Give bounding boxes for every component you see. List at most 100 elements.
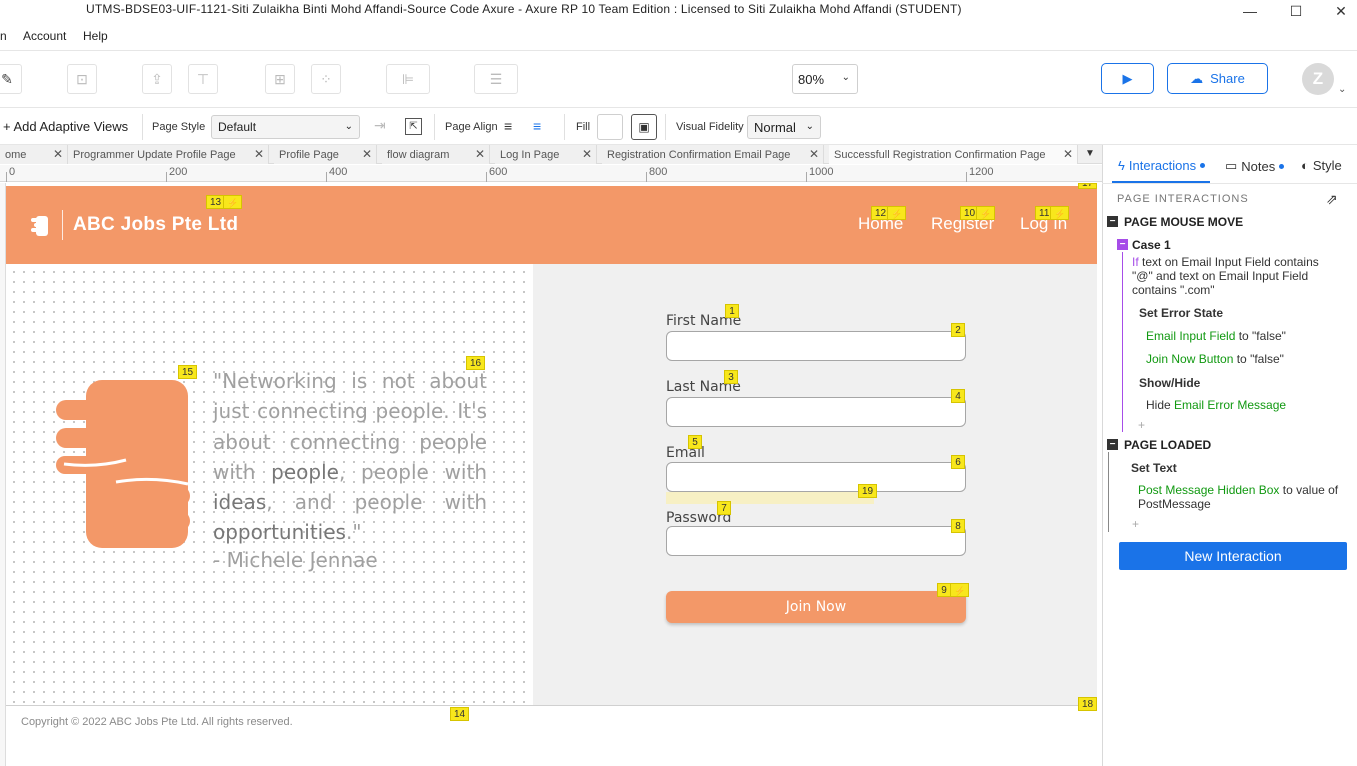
page-style-label: Page Style [152,121,206,133]
align-left-icon[interactable]: ⊫ [386,64,430,94]
tab-label: Style [1312,158,1342,173]
tab-registration-confirmation-email[interactable]: Registration Confirmation Email Page ✕ [602,145,824,164]
pen-tool-icon[interactable]: ✎ [0,64,22,94]
tab-style[interactable]: ◐ Style [1301,158,1342,173]
event-page-mouse-move[interactable]: PAGE MOUSE MOVE [1124,215,1243,229]
close-icon[interactable]: ✕ [582,147,592,161]
case-line [1122,252,1123,432]
apply-style-icon[interactable]: ⇱ [405,118,422,135]
collapse-icon[interactable]: − [1107,439,1118,450]
add-action-icon[interactable]: + [1132,517,1139,531]
widget-badge[interactable]: 16 [466,356,486,370]
visual-fidelity-select[interactable]: Normal ⌄ [747,115,821,139]
close-icon[interactable]: ✕ [809,147,819,161]
menu-item-partial[interactable]: n [0,29,7,43]
add-adaptive-views-button[interactable]: + Add Adaptive Views [3,119,128,134]
menu-item-help[interactable]: Help [83,29,108,43]
close-icon[interactable]: ✕ [362,147,372,161]
edit-style-icon[interactable]: ⇥ [374,117,386,134]
target-widget: Join Now Button [1146,352,1234,366]
menu-item-account[interactable]: Account [23,29,66,43]
ruler-label: 600 [489,166,508,178]
widget-badge[interactable]: 3 [724,370,738,384]
new-interaction-button[interactable]: New Interaction [1119,542,1347,570]
action-line[interactable]: Join Now Button to "false" [1146,352,1284,366]
group-icon[interactable]: ⊡ [67,64,97,94]
ungroup-icon[interactable]: ⁘ [311,64,341,94]
tab-programmer-update-profile[interactable]: Programmer Update Profile Page ✕ [68,145,269,164]
popout-icon[interactable]: ⇗ [1326,191,1338,208]
align-left-page-icon[interactable]: ≡ [504,118,512,134]
action-set-text[interactable]: Set Text [1131,461,1177,475]
widget-badge[interactable]: 19 [858,484,878,498]
tab-successfull-registration-confirmation[interactable]: Successfull Registration Confirmation Pa… [829,145,1078,164]
widget-badge[interactable]: 1 [725,304,739,318]
distribute-icon[interactable]: ⊞ [265,64,295,94]
event-page-loaded[interactable]: PAGE LOADED [1124,438,1211,452]
close-button[interactable]: ✕ [1318,0,1357,22]
page-style-select[interactable]: Default ⌄ [211,115,360,139]
send-back-icon[interactable]: ⊤ [188,64,218,94]
ruler-label: 400 [329,166,348,178]
widget-badge[interactable]: 9 [937,583,951,597]
widget-badge[interactable]: 18 [1078,697,1098,711]
collapse-icon[interactable]: − [1107,216,1118,227]
widget-badge[interactable]: 6 [951,455,965,469]
widget-badge[interactable]: 7 [717,501,731,515]
widget-badge[interactable]: 17 [1078,183,1098,189]
widget-badge[interactable]: 8 [951,519,965,533]
email-field[interactable] [666,462,966,492]
tab-profile-page[interactable]: Profile Page ✕ [274,145,377,164]
palette-icon: ◐ [1301,158,1309,173]
bring-front-icon[interactable]: ⇪ [142,64,172,94]
password-field[interactable] [666,526,966,556]
divider [142,114,143,140]
close-icon[interactable]: ✕ [254,147,264,161]
close-icon[interactable]: ✕ [1063,147,1073,161]
case-title[interactable]: Case 1 [1132,238,1171,252]
zoom-select[interactable]: 80% ⌄ [792,64,858,94]
ruler-label: 800 [649,166,668,178]
email-error-message [666,492,874,504]
tab-home[interactable]: ome ✕ [0,145,68,164]
fill-image-icon[interactable]: ▣ [631,114,657,140]
target-widget: Post Message Hidden Box [1138,483,1280,497]
last-name-field[interactable] [666,397,966,427]
quote-emphasis: people [271,459,339,484]
avatar[interactable]: Z [1302,63,1334,95]
action-set-error-state[interactable]: Set Error State [1139,306,1223,320]
fill-color-swatch[interactable] [597,114,623,140]
widget-badge[interactable]: 5 [688,435,702,449]
ruler-label: 200 [169,166,188,178]
tab-interactions[interactable]: ϟ Interactions [1118,158,1206,173]
share-button[interactable]: ☁ Share [1167,63,1268,94]
widget-badge[interactable]: 4 [951,389,965,403]
widget-badge[interactable]: 15 [178,365,198,379]
tab-notes[interactable]: ▭ Notes [1225,158,1285,174]
comment-icon: ▭ [1225,158,1238,173]
action-line[interactable]: Post Message Hidden Box to value of Post… [1138,483,1348,511]
maximize-button[interactable]: ☐ [1273,0,1319,22]
action-show-hide[interactable]: Show/Hide [1139,376,1200,390]
minimize-button[interactable]: — [1227,0,1273,22]
widget-badge[interactable]: 2 [951,323,965,337]
join-now-button[interactable]: Join Now [666,591,966,623]
action-line[interactable]: Hide Email Error Message [1146,398,1286,412]
target-widget: Email Error Message [1174,398,1287,412]
first-name-field[interactable] [666,331,966,361]
tabs-overflow-icon[interactable]: ▼ [1085,148,1095,159]
tab-flow-diagram[interactable]: flow diagram ✕ [382,145,490,164]
collapse-case-icon[interactable]: − [1117,239,1128,250]
interaction-bolt-icon: ⚡ [976,206,996,220]
close-icon[interactable]: ✕ [53,147,63,161]
avatar-chevron-icon[interactable]: ⌄ [1338,84,1346,95]
align-center-page-icon[interactable]: ≡ [533,118,541,134]
action-line[interactable]: Email Input Field to "false" [1146,329,1286,343]
tab-label: Profile Page [279,148,339,161]
align-center-icon[interactable]: ☰ [474,64,518,94]
widget-badge[interactable]: 14 [450,707,470,721]
add-action-icon[interactable]: + [1138,418,1145,432]
tab-log-in-page[interactable]: Log In Page ✕ [495,145,597,164]
preview-button[interactable]: ▶ [1101,63,1154,94]
close-icon[interactable]: ✕ [475,147,485,161]
